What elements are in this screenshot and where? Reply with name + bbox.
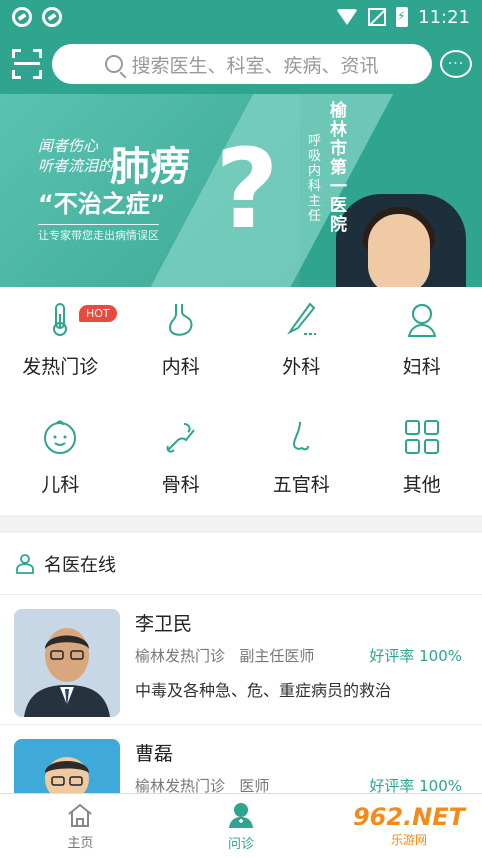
doctor-department: 榆林发热门诊 副主任医师 bbox=[135, 647, 315, 665]
search-icon bbox=[105, 55, 124, 73]
grid-icon bbox=[404, 420, 439, 454]
woman-icon bbox=[407, 304, 437, 337]
category-orthopedics[interactable]: 骨科 bbox=[121, 397, 242, 515]
sync-icon bbox=[42, 7, 62, 27]
sync-icon bbox=[12, 7, 32, 27]
stomach-icon bbox=[168, 304, 193, 336]
category-fever-clinic[interactable]: 发热门诊 HOT bbox=[0, 287, 121, 397]
doctor-name: 李卫民 bbox=[135, 613, 193, 635]
banner-hospital: 榆林市第一医院 bbox=[330, 101, 347, 235]
battery-charging-icon bbox=[396, 7, 409, 27]
search-placeholder: 搜索医生、科室、疾病、资讯 bbox=[131, 54, 379, 77]
banner-question-mark: ? bbox=[215, 125, 279, 253]
category-ent[interactable]: 五官科 bbox=[241, 397, 362, 515]
scan-icon[interactable] bbox=[12, 49, 42, 79]
doctor-name: 曹磊 bbox=[135, 743, 174, 765]
search-input[interactable]: 搜索医生、科室、疾病、资讯 bbox=[52, 44, 432, 84]
wifi-icon bbox=[336, 9, 359, 25]
doctor-avatar bbox=[14, 609, 120, 717]
category-other[interactable]: 其他 bbox=[362, 397, 482, 515]
watermark-logo: 962.NET 乐游网 bbox=[340, 800, 478, 850]
doctor-specialty: 中毒及各种急、危、重症病员的救治 bbox=[135, 681, 392, 700]
baby-face-icon bbox=[44, 420, 77, 454]
doctor-online-icon bbox=[16, 553, 34, 574]
status-time: 11:21 bbox=[418, 6, 470, 28]
category-surgery[interactable]: 外科 bbox=[241, 287, 362, 397]
thermometer-icon bbox=[53, 303, 68, 336]
consult-doctor-icon bbox=[229, 802, 253, 828]
section-header: 名医在线 bbox=[0, 533, 482, 595]
banner-doctor-title: 呼吸内科主任 bbox=[308, 134, 322, 224]
home-icon bbox=[68, 803, 92, 827]
message-icon[interactable]: ··· bbox=[440, 50, 472, 78]
nose-icon bbox=[293, 421, 310, 451]
category-pediatrics[interactable]: 儿科 bbox=[0, 397, 121, 515]
category-gynecology[interactable]: 妇科 bbox=[362, 287, 482, 397]
banner-note: 让专家带您走出病情误区 bbox=[38, 224, 159, 243]
hot-badge: HOT bbox=[79, 305, 117, 322]
banner-quote: “不治之症” bbox=[38, 190, 166, 218]
top-bar: 搜索医生、科室、疾病、资讯 ··· bbox=[0, 34, 482, 94]
scalpel-icon bbox=[287, 302, 317, 335]
nav-consult[interactable]: 问诊 bbox=[161, 794, 322, 858]
no-signal-icon bbox=[368, 8, 387, 26]
category-internal[interactable]: 内科 bbox=[121, 287, 242, 397]
section-title: 名医在线 bbox=[44, 554, 116, 576]
department-grid: 发热门诊 HOT 内科 外科 妇科 儿科 骨科 五官科 其他 bbox=[0, 287, 482, 515]
doctor-card[interactable]: 李卫民 榆林发热门诊 副主任医师 好评率 100% 中毒及各种急、危、重症病员的… bbox=[0, 595, 482, 725]
promo-banner[interactable]: 闻者伤心 听者流泪的 肺痨 “不治之症” 让专家带您走出病情误区 ? 呼吸内科主… bbox=[0, 94, 482, 287]
status-bar: 11:21 bbox=[0, 0, 482, 34]
doctor-rating: 好评率 100% bbox=[369, 647, 462, 665]
nav-home[interactable]: 主页 bbox=[0, 794, 161, 858]
joint-icon bbox=[166, 423, 195, 453]
banner-subtitle: 闻者伤心 听者流泪的 bbox=[38, 137, 114, 175]
